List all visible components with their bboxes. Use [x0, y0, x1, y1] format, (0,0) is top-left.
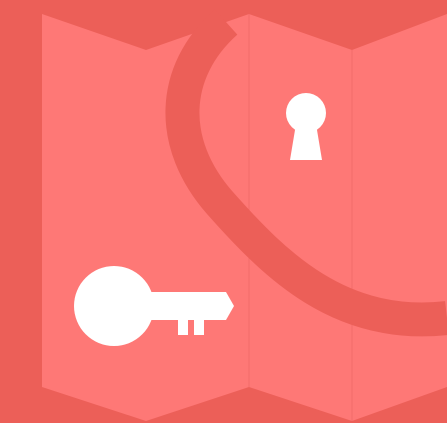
illustration-canvas: [0, 0, 447, 423]
map-illustration: [0, 0, 447, 423]
keyhole-icon: [286, 93, 326, 160]
